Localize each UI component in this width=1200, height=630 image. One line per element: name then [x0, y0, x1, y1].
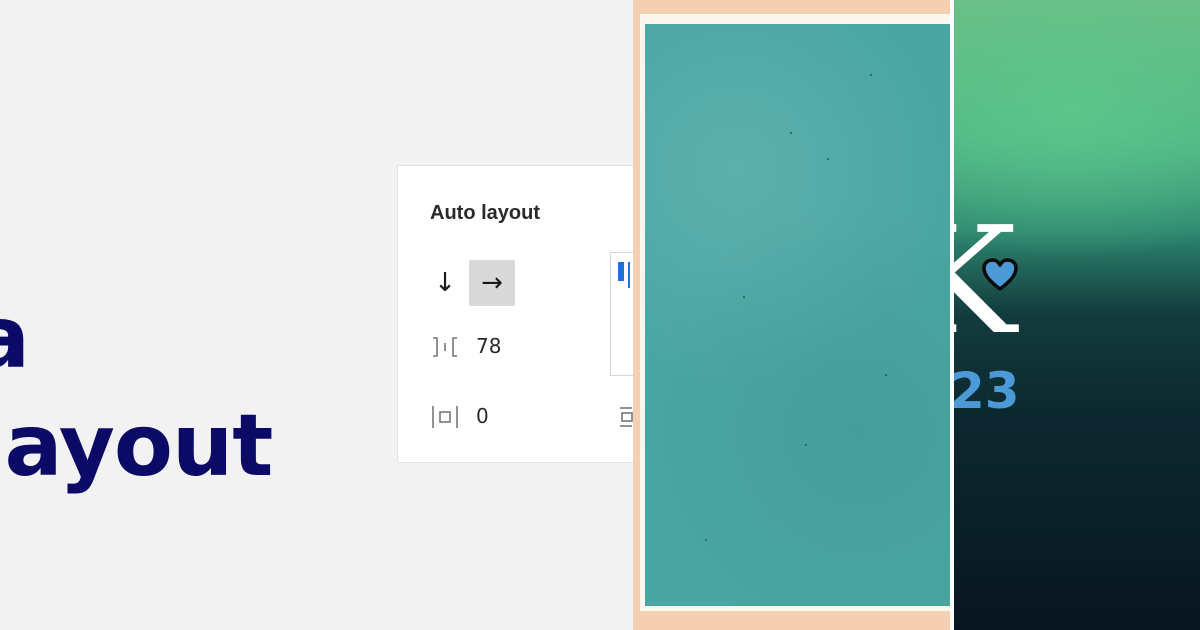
arrow-right-icon: → — [481, 268, 503, 298]
paper-speck — [885, 374, 887, 376]
alignment-marker — [618, 262, 624, 281]
auto-layout-panel: Auto layout ↓ → 78 0 — [397, 165, 670, 463]
heart-icon — [982, 258, 1018, 291]
panel-title: Auto layout — [430, 202, 540, 224]
paper-speck — [870, 74, 872, 76]
paper-speck — [805, 444, 807, 446]
padding-icon — [432, 406, 458, 428]
paper-speck — [827, 158, 829, 160]
cover-paper — [645, 24, 950, 606]
paper-speck — [743, 296, 745, 298]
item-spacing-icon — [433, 337, 457, 357]
item-spacing-value[interactable]: 78 — [476, 334, 501, 358]
paper-speck — [790, 132, 792, 134]
hero-heading-line-2: layout — [0, 396, 273, 496]
padding-value[interactable]: 0 — [476, 404, 489, 428]
gradient-poster: K 23 — [950, 0, 1200, 630]
poster-year: 23 — [950, 362, 1020, 420]
hero-heading-line-1: a — [0, 288, 30, 388]
direction-vertical-button[interactable]: ↓ — [422, 260, 468, 306]
direction-horizontal-button[interactable]: → — [469, 260, 515, 306]
arrow-down-icon: ↓ — [434, 268, 456, 298]
alignment-marker-line — [628, 262, 630, 288]
paper-speck — [705, 539, 707, 541]
teal-cover-image — [633, 0, 950, 630]
